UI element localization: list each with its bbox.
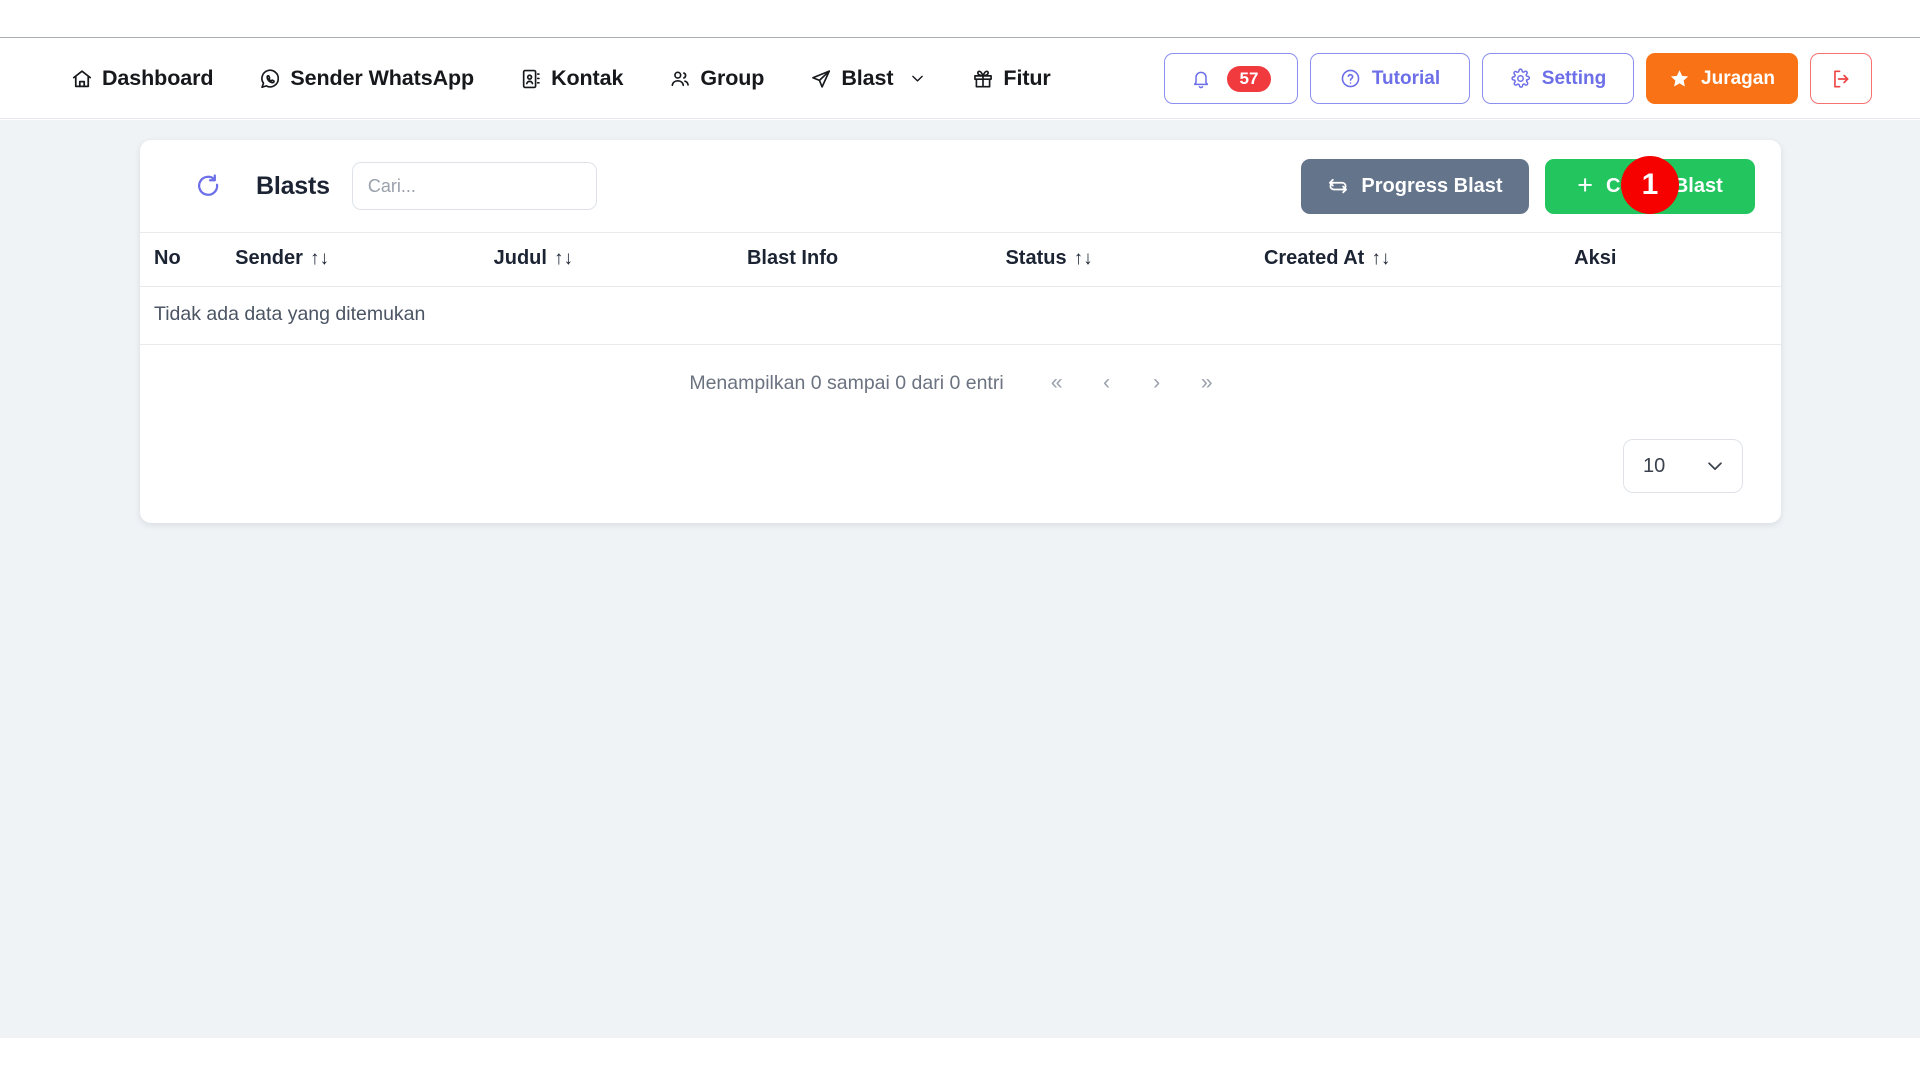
column-label: Blast Info [746,247,839,269]
setting-label: Setting [1541,67,1607,89]
sync-icon [1327,175,1349,197]
nav-label: Kontak [551,66,624,90]
chevron-down-icon [1704,455,1726,477]
contact-book-icon [520,68,542,90]
main-navbar: Dashboard Sender WhatsApp Kontak Group B… [0,39,1920,119]
nav-item-dashboard[interactable]: Dashboard [48,58,236,99]
nav-item-fitur[interactable]: Fitur [949,58,1073,99]
page-size-select[interactable]: 10 [1623,439,1743,493]
nav-label: Group [700,66,765,90]
column-header-no: No [140,232,236,287]
card-header-actions: Progress Blast + Create Blast 1 [1301,155,1755,214]
page-size-value: 10 [1643,454,1666,477]
pagination-next-button[interactable]: › [1132,371,1182,395]
table-empty-row: Tidak ada data yang ditemukan [140,286,1781,345]
sort-icon[interactable]: ↑↓ [554,248,573,270]
notification-count-badge: 57 [1226,65,1272,92]
navbar-actions: 57 Tutorial Setting Juragan [1164,53,1900,104]
column-label: Judul [493,247,547,269]
setting-button[interactable]: Setting [1482,53,1634,104]
home-icon [71,68,93,90]
create-blast-button[interactable]: + Create Blast 1 [1545,155,1755,214]
nav-label: Blast [841,66,894,90]
card-footer: 10 [140,405,1781,523]
refresh-icon[interactable] [188,166,228,206]
search-input[interactable] [351,162,597,210]
nav-item-sender-whatsapp[interactable]: Sender WhatsApp [236,58,497,99]
gift-icon [972,68,994,90]
column-header-judul[interactable]: Judul ↑↓ [493,232,747,287]
nav-item-blast[interactable]: Blast [787,58,949,99]
create-blast-label: Create Blast [1606,174,1723,197]
pagination-summary: Menampilkan 0 sampai 0 dari 0 entri [689,371,1004,394]
tutorial-button[interactable]: Tutorial [1310,53,1470,104]
tutorial-label: Tutorial [1371,67,1441,89]
sort-icon[interactable]: ↑↓ [1074,248,1093,270]
logout-button[interactable] [1810,53,1872,104]
logout-icon [1830,68,1852,90]
sort-icon[interactable]: ↑↓ [1371,248,1390,270]
sort-icon[interactable]: ↑↓ [310,248,329,270]
column-header-blast-info: Blast Info [746,232,1006,287]
column-header-sender[interactable]: Sender ↑↓ [235,232,494,287]
page-content: Blasts Progress Blast [0,120,1920,1038]
nav-label: Dashboard [102,66,214,90]
nav-label: Fitur [1003,66,1051,90]
column-header-aksi: Aksi [1574,232,1781,287]
send-icon [810,68,832,90]
nav-item-kontak[interactable]: Kontak [497,58,646,99]
browser-top-strip [0,0,1920,38]
app-root: Dashboard Sender WhatsApp Kontak Group B… [0,0,1920,1080]
pagination-first-button[interactable]: « [1032,371,1082,395]
progress-blast-label: Progress Blast [1361,174,1503,197]
table-body: Tidak ada data yang ditemukan [140,286,1781,345]
column-label: Created At [1263,247,1365,269]
empty-state-message: Tidak ada data yang ditemukan [140,286,1781,345]
question-circle-icon [1340,68,1361,89]
notifications-button[interactable]: 57 [1164,53,1298,104]
column-header-created-at[interactable]: Created At ↑↓ [1263,232,1575,287]
column-label: Aksi [1574,247,1617,269]
pagination-prev-button[interactable]: ‹ [1082,371,1132,395]
column-header-status[interactable]: Status ↑↓ [1005,232,1264,287]
blasts-card: Blasts Progress Blast [140,140,1781,523]
plus-icon: + [1577,169,1594,200]
navbar-links: Dashboard Sender WhatsApp Kontak Group B… [48,58,1074,99]
gear-icon [1510,68,1531,89]
juragan-button[interactable]: Juragan [1646,53,1798,104]
nav-item-group[interactable]: Group [646,58,787,99]
whatsapp-icon [259,68,281,90]
nav-label: Sender WhatsApp [290,66,475,90]
pagination-last-button[interactable]: » [1182,371,1232,395]
table-header-row: No Sender ↑↓ Judul ↑↓ Blast Info Status ↑↓ [140,232,1781,287]
page-title: Blasts [256,171,330,200]
column-label: No [154,247,181,269]
progress-blast-button[interactable]: Progress Blast [1301,158,1529,214]
juragan-label: Juragan [1701,67,1775,89]
column-label: Status [1005,247,1067,269]
users-icon [669,68,691,90]
star-icon [1669,68,1690,89]
chevron-down-icon [909,70,926,87]
pagination-bar: Menampilkan 0 sampai 0 dari 0 entri « ‹ … [140,345,1781,405]
bell-icon [1191,69,1211,89]
card-header: Blasts Progress Blast [140,140,1781,232]
table-header: No Sender ↑↓ Judul ↑↓ Blast Info Status ↑↓ [140,232,1781,287]
column-label: Sender [235,247,303,269]
blasts-table: No Sender ↑↓ Judul ↑↓ Blast Info Status ↑↓ [140,232,1781,345]
